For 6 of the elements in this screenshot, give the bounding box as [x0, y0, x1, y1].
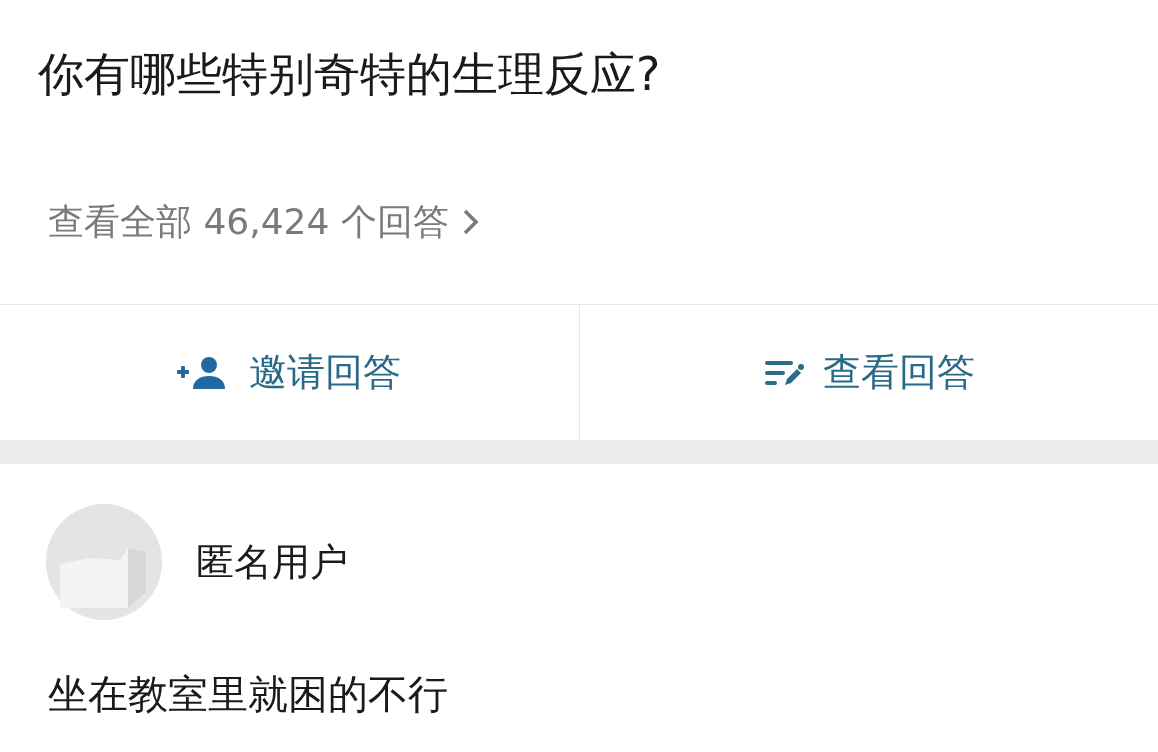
- answer-text: 坐在教室里就困的不行: [47, 670, 449, 719]
- question-title: 你有哪些特别奇特的生理反应?: [38, 46, 662, 103]
- view-all-answers-link[interactable]: 查看全部 46,424 个回答: [48, 196, 481, 248]
- view-answers-button[interactable]: 查看回答: [762, 344, 975, 401]
- invite-answer-button[interactable]: 邀请回答: [177, 344, 402, 401]
- author-name: 匿名用户: [196, 538, 348, 586]
